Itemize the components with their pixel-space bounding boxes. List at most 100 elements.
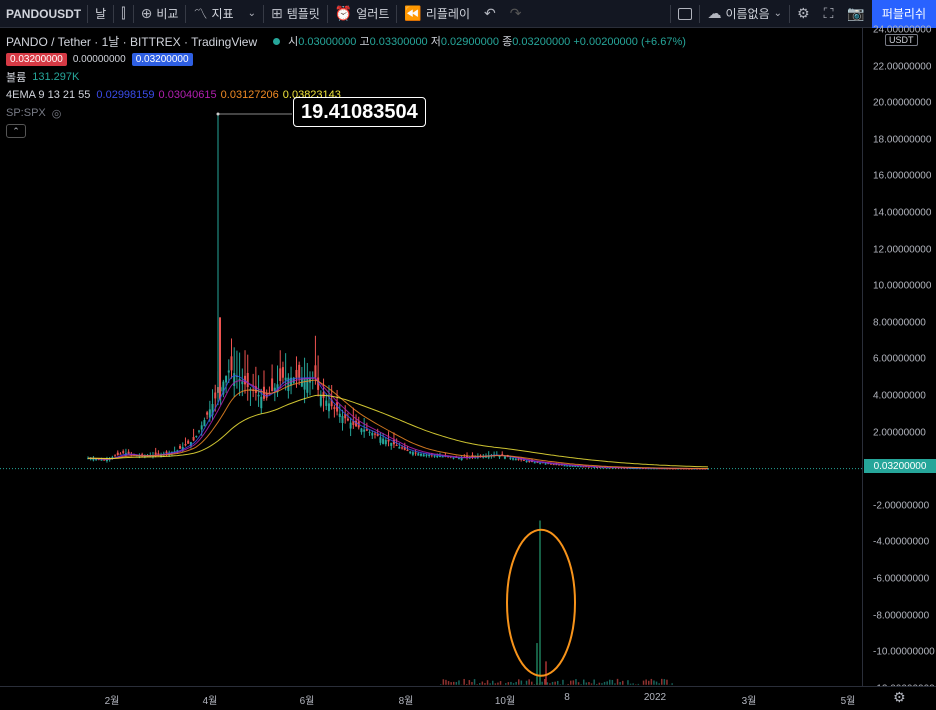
volume-bar: [601, 683, 603, 685]
volume-bar: [476, 684, 478, 685]
chart-style-button[interactable]: ⫿: [114, 0, 132, 28]
volume-bar: [479, 683, 481, 685]
interval-button[interactable]: 날: [88, 0, 113, 28]
cloud-icon: ☁: [707, 5, 722, 21]
top-toolbar: PANDOUSDT 날 ⫿ ⊕ 비교 〽 지표 ⌄ ⊞ 템플릿 ⏰ 얼러트 ⏪ 리플레이 …: [0, 0, 936, 28]
compare-symbol-label: SP:SPX: [6, 107, 46, 119]
volume-bar: [440, 684, 442, 685]
candle-body: [306, 377, 309, 393]
candle-body: [257, 394, 260, 397]
candle-body: [338, 413, 341, 417]
volume-bar: [645, 679, 647, 685]
price-axis[interactable]: 24.00000000 22.00000000 20.00000000 18.0000…: [862, 25, 936, 694]
ema-value-1: 0.02998159: [96, 89, 155, 101]
candle-body: [327, 403, 330, 412]
volume-bar: [528, 679, 530, 685]
time-axis[interactable]: 2월 4월 6월 8월 10월 8 2022 3월 5월 ⚙: [0, 686, 936, 710]
candle-body: [433, 455, 436, 457]
volume-bar: [473, 679, 476, 685]
sell-button[interactable]: 0.03200000: [6, 52, 67, 66]
volume-bar: [551, 681, 554, 685]
volume-bar: [541, 681, 543, 685]
candle-body: [457, 458, 460, 460]
volume-bar: [603, 681, 606, 685]
candles-icon: ⫿: [121, 5, 126, 21]
indicators-button[interactable]: 〽 지표: [186, 0, 240, 28]
volume-bar: [492, 680, 494, 685]
chevron-down-icon: ⌄: [247, 8, 256, 19]
layout-name-button[interactable]: ☁ 이름없음 ⌄: [700, 0, 789, 28]
candle-body: [384, 440, 387, 445]
compare-button[interactable]: ⊕ 비교: [134, 0, 186, 28]
undo-icon: ↶: [484, 5, 496, 21]
price-tick: 14.00000000: [873, 207, 932, 219]
volume-bar: [486, 680, 489, 685]
volume-bar: [570, 680, 572, 685]
settings-button[interactable]: ⚙: [790, 0, 817, 28]
candle-body: [409, 451, 412, 454]
indicators-dropdown[interactable]: ⌄: [241, 0, 263, 28]
volume-bar: [588, 682, 590, 685]
currency-label[interactable]: USDT: [885, 34, 918, 46]
volume-bar: [450, 682, 452, 685]
candle-body: [179, 445, 182, 449]
symbol-search-button[interactable]: PANDOUSDT: [0, 0, 87, 28]
gear-icon: ⚙: [797, 5, 810, 21]
candle-body: [522, 459, 525, 461]
volume-bar: [671, 683, 673, 685]
volume-bar: [593, 679, 595, 685]
volume-bar: [632, 683, 634, 685]
eye-off-icon[interactable]: ◎: [52, 107, 62, 120]
snapshot-button[interactable]: 📷: [840, 0, 871, 28]
volume-bar: [531, 681, 533, 685]
axis-settings-icon[interactable]: ⚙: [893, 689, 906, 706]
layout-button[interactable]: [671, 0, 699, 28]
volume-bar: [590, 683, 593, 685]
candle-body: [195, 435, 198, 437]
candle-body: [514, 458, 517, 461]
volume-bar: [494, 683, 497, 685]
volume-bar: [616, 678, 619, 685]
undo-button[interactable]: ↶: [477, 0, 503, 28]
time-tick: 6월: [299, 696, 315, 707]
time-tick: 2022: [643, 692, 667, 703]
volume-bar: [609, 679, 611, 685]
volume-bar: [447, 681, 450, 685]
rewind-icon: ⏪: [404, 5, 422, 21]
volume-bar: [549, 683, 551, 685]
replay-label: 리플레이: [425, 7, 470, 21]
candle-body: [368, 431, 371, 433]
candle-body: [100, 459, 103, 461]
collapse-legend-button[interactable]: ⌃: [6, 124, 26, 138]
volume-bar: [525, 680, 528, 685]
spread-value: 0.00000000: [72, 53, 126, 65]
candle-body: [165, 451, 168, 453]
candle-body: [295, 369, 298, 378]
publish-button[interactable]: 퍼블리쉬: [871, 0, 936, 28]
price-tick: -2.00000000: [873, 500, 930, 512]
replay-button[interactable]: ⏪ 리플레이: [397, 0, 477, 28]
volume-bar: [471, 681, 473, 685]
redo-button[interactable]: ↷: [503, 0, 529, 28]
square-icon: [678, 7, 693, 20]
candle-body: [452, 457, 455, 459]
candle-body: [341, 416, 344, 424]
price-tick: 4.00000000: [873, 390, 926, 402]
legend-main-row: PANDO / Tether · 1날 · BITTREX · TradingV…: [6, 32, 686, 50]
candle-body: [157, 453, 160, 455]
price-tick: -10.00000000: [873, 646, 935, 658]
alert-button[interactable]: ⏰ 얼러트: [328, 0, 397, 28]
time-tick: 10월: [494, 696, 516, 707]
camera-icon: 📷: [847, 5, 865, 21]
buy-button[interactable]: 0.03200000: [131, 52, 193, 66]
templates-button[interactable]: ⊞ 템플릿: [264, 0, 327, 28]
volume-bar: [533, 684, 536, 685]
candle-body: [438, 456, 441, 458]
candle-body: [203, 420, 206, 427]
legend-volume-row[interactable]: 볼륨 131.297K: [6, 68, 686, 86]
peak-price-callout[interactable]: 19.41083504: [293, 97, 426, 127]
fullscreen-button[interactable]: ⛶: [817, 0, 841, 28]
candle-body: [379, 437, 382, 443]
candle-body: [214, 392, 217, 399]
candle-body: [512, 458, 515, 460]
